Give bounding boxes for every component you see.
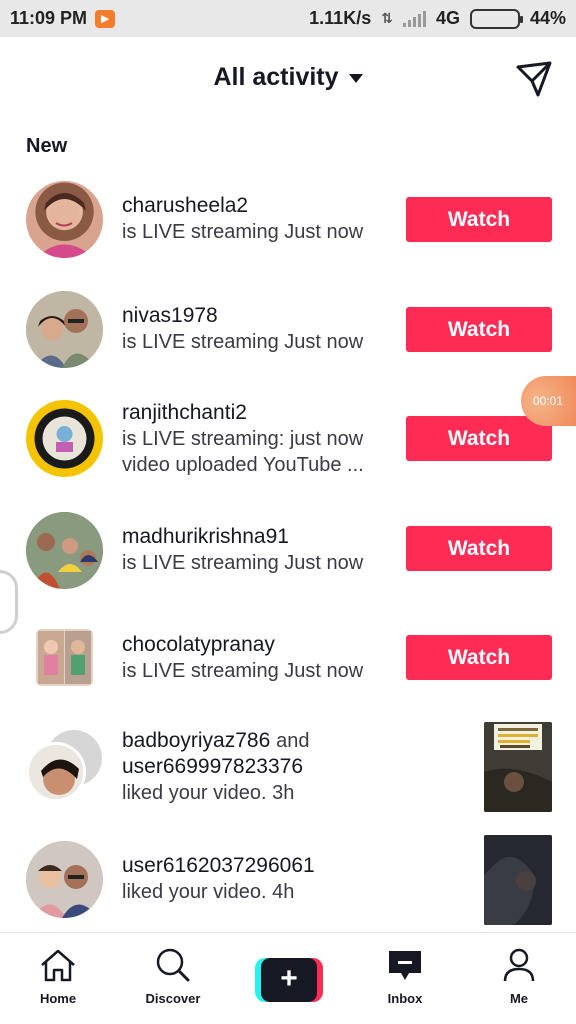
nav-label-discover: Discover [145, 991, 201, 1006]
nav-me[interactable]: Me [469, 947, 569, 1006]
video-thumbnail[interactable] [484, 835, 552, 925]
watch-button[interactable]: Watch [406, 416, 552, 461]
activity-description-extra: video uploaded YouTube ... [122, 454, 364, 476]
list-item[interactable]: ranjithchanti2 is LIVE streaming: just n… [0, 400, 576, 484]
data-transfer-icon: ⇅ [381, 10, 393, 26]
avatar[interactable] [26, 841, 103, 918]
username[interactable]: madhurikrishna91 [122, 524, 392, 550]
activity-description: is LIVE streaming Just now [122, 552, 364, 574]
video-thumbnail[interactable] [484, 722, 552, 812]
activity-description: liked your video. 4h [122, 881, 295, 903]
list-item[interactable]: charusheela2 is LIVE streaming Just now … [0, 181, 576, 261]
direct-message-icon[interactable] [514, 59, 554, 99]
username[interactable]: ranjithchanti2 [122, 400, 392, 426]
activity-description: is LIVE streaming Just now [122, 221, 364, 243]
username[interactable]: chocolatypranay [122, 632, 392, 658]
watch-button[interactable]: Watch [406, 307, 552, 352]
list-item[interactable]: madhurikrishna91 is LIVE streaming Just … [0, 512, 576, 592]
and-text: and [276, 730, 310, 752]
search-icon [156, 948, 190, 982]
watch-button[interactable]: Watch [406, 526, 552, 571]
nav-inbox[interactable]: Inbox [355, 947, 455, 1006]
recording-time: 00:01 [533, 394, 564, 408]
net-speed: 1.11K/s [309, 8, 372, 28]
activity-filter-dropdown[interactable]: All activity [0, 63, 576, 92]
watch-button[interactable]: Watch [406, 635, 552, 680]
page-title: All activity [213, 63, 339, 91]
avatar[interactable] [26, 181, 103, 258]
profile-icon [503, 948, 535, 982]
activity-description: is LIVE streaming Just now [122, 660, 364, 682]
signal-icon [402, 10, 426, 27]
avatar[interactable] [26, 291, 103, 368]
home-icon [41, 949, 75, 982]
create-button[interactable]: + [255, 958, 323, 1002]
section-label-new: New [26, 135, 68, 157]
nav-discover[interactable]: Discover [123, 947, 223, 1006]
inbox-icon [389, 951, 421, 980]
list-item[interactable]: user6162037296061 liked your video. 4h [0, 835, 576, 930]
nav-label-home: Home [39, 991, 77, 1006]
list-item[interactable]: nivas1978 is LIVE streaming Just now Wat… [0, 291, 576, 371]
plus-icon: + [261, 958, 317, 1002]
bottom-nav: Home Discover + Inbox Me [0, 932, 576, 1024]
username[interactable]: user6162037296061 [122, 853, 422, 879]
nav-label-inbox: Inbox [387, 991, 423, 1006]
avatar[interactable] [26, 400, 103, 477]
activity-description: liked your video. 3h [122, 782, 295, 804]
caret-down-icon [348, 73, 363, 83]
avatar[interactable] [26, 512, 103, 589]
list-item[interactable]: chocolatypranay is LIVE streaming Just n… [0, 620, 576, 700]
battery-icon [469, 8, 523, 29]
username-secondary[interactable]: user669997823376 [122, 754, 422, 780]
status-bar: 11:09 PM ▶ 1.11K/s ⇅ 4G 44% [0, 0, 576, 37]
username-row: badboyriyaz786 and [122, 728, 422, 754]
username[interactable]: charusheela2 [122, 193, 392, 219]
recorder-app-icon: ▶ [95, 9, 116, 28]
battery-percent: 44% [529, 8, 566, 28]
watch-button[interactable]: Watch [406, 197, 552, 242]
activity-description: is LIVE streaming Just now [122, 331, 364, 353]
activity-description: is LIVE streaming: just now [122, 428, 364, 450]
network-type: 4G [435, 8, 460, 28]
status-time: 11:09 PM [10, 8, 88, 28]
header: All activity [0, 37, 576, 122]
username[interactable]: nivas1978 [122, 303, 392, 329]
avatar[interactable] [36, 629, 93, 686]
avatar[interactable] [26, 742, 86, 802]
screen-recording-timer[interactable]: 00:01 [521, 376, 576, 426]
nav-home[interactable]: Home [8, 947, 108, 1006]
nav-label-me: Me [509, 991, 529, 1006]
username[interactable]: badboyriyaz786 [122, 729, 270, 752]
list-item[interactable]: badboyriyaz786 and user669997823376 like… [0, 722, 576, 817]
edge-panel-handle[interactable] [0, 570, 18, 634]
